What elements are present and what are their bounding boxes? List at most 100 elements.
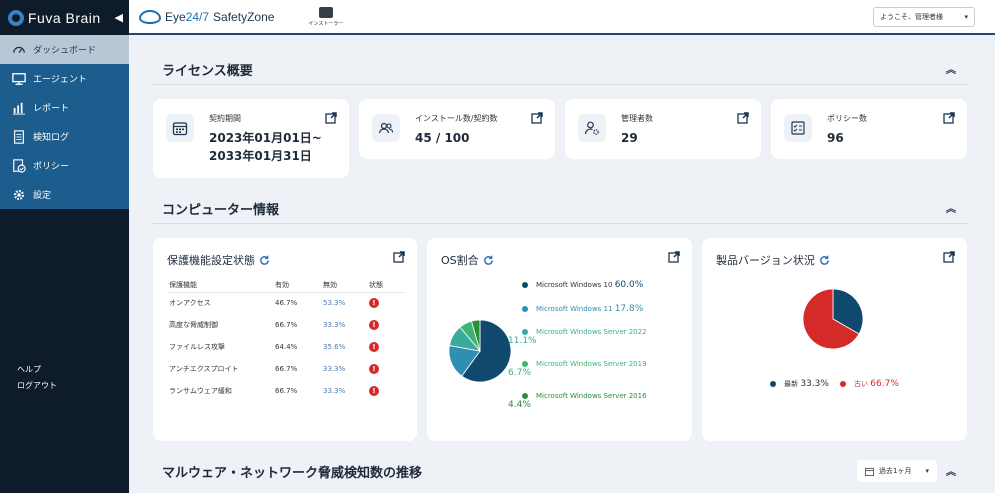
table-header-row: 保護機能 有効 無効 状態	[169, 278, 405, 293]
sidebar-bottom-links: ヘルプ ログアウト	[17, 362, 57, 394]
product-eye: Eye24/7	[165, 10, 209, 24]
sidebar-item-agent[interactable]: エージェント	[0, 64, 129, 93]
os-pct: 11.1%	[508, 336, 537, 346]
os-pct: 4.4%	[508, 400, 531, 410]
license-value: 2023年01月01日~ 2033年01月31日	[209, 129, 322, 165]
policy-check-icon	[12, 158, 26, 173]
calendar-icon	[166, 114, 194, 142]
installer-button[interactable]: インストーラー	[308, 6, 343, 27]
product-247: 24/7	[185, 9, 210, 24]
collapse-malware-icon[interactable]: ︽	[946, 463, 956, 478]
installer-box-icon	[318, 6, 333, 18]
sidebar-item-detection-log[interactable]: 検知ログ	[0, 122, 129, 151]
external-link-icon[interactable]	[737, 112, 749, 124]
license-label: インストール数/契約数	[415, 114, 498, 123]
external-link-icon[interactable]	[325, 112, 337, 124]
license-card-installs: インストール数/契約数 45 / 100	[359, 99, 555, 159]
version-name: 古い	[854, 380, 869, 388]
feature-name: ランサムウェア緩和	[169, 387, 232, 395]
table-row: 高度な脅威制御 66.7% 33.3% !	[169, 314, 405, 336]
table-row: ランサムウェア緩和 66.7% 33.3% !	[169, 380, 405, 402]
external-link-icon[interactable]	[531, 112, 543, 124]
user-gear-icon	[578, 114, 606, 142]
license-section-title: ライセンス概要	[162, 64, 253, 79]
legend-dot-icon	[840, 381, 847, 387]
license-period-start: 2023年01月01日~	[209, 131, 322, 145]
sidebar-item-label: 検知ログ	[33, 133, 70, 143]
sidebar-item-label: 設定	[33, 191, 52, 201]
help-link[interactable]: ヘルプ	[17, 362, 57, 378]
product-logo: Eye24/7 SafetyZone	[139, 9, 275, 24]
external-link-icon[interactable]	[393, 251, 405, 263]
legend-dot-icon	[522, 361, 528, 367]
alert-icon: !	[369, 364, 379, 374]
sidebar-item-label: ダッシュボード	[33, 46, 97, 56]
user-greeting: ようこそ、管理者様	[880, 13, 943, 21]
os-pct: 60.0%	[614, 280, 644, 290]
external-link-icon[interactable]	[943, 112, 955, 124]
malware-section-title: マルウェア・ネットワーク脅威検知数の推移	[162, 466, 423, 481]
feature-name: ファイルレス攻撃	[169, 343, 225, 351]
os-name: Microsoft Windows 11	[536, 305, 613, 313]
calendar-icon	[865, 467, 874, 476]
logout-link[interactable]: ログアウト	[17, 378, 57, 394]
os-name: Microsoft Windows Server 2022	[536, 328, 647, 336]
sidebar-item-dashboard[interactable]: ダッシュボード	[0, 35, 129, 64]
period-select[interactable]: 過去1ヶ月 ▾	[857, 460, 937, 482]
protection-card-title: 保護機能設定状態	[167, 252, 270, 268]
sidebar-item-report[interactable]: レポート	[0, 93, 129, 122]
sidebar-item-policy[interactable]: ポリシー	[0, 151, 129, 180]
refresh-icon[interactable]	[483, 255, 494, 266]
chevron-down-icon: ▾	[964, 13, 968, 21]
users-icon	[372, 114, 400, 142]
table-row: オンアクセス 46.7% 53.3% !	[169, 292, 405, 314]
speedometer-icon	[12, 43, 26, 57]
legend-dot-icon	[522, 393, 528, 399]
version-card-title: 製品バージョン状況	[716, 252, 830, 268]
brand-name: Fuva Brain	[28, 9, 101, 26]
disabled-pct: 33.3%	[323, 365, 346, 373]
version-pie-chart	[803, 289, 863, 349]
os-name: Microsoft Windows 10	[536, 281, 613, 289]
sidebar-item-settings[interactable]: 設定	[0, 180, 129, 209]
sidebar-item-label: ポリシー	[33, 162, 70, 172]
collapse-computer-icon[interactable]: ︽	[946, 200, 956, 215]
enabled-pct: 46.7%	[275, 299, 298, 308]
disabled-pct: 33.3%	[323, 387, 346, 395]
disabled-pct: 35.6%	[323, 343, 346, 351]
license-value: 45 / 100	[415, 131, 470, 145]
external-link-icon[interactable]	[943, 251, 955, 263]
os-pct: 6.7%	[508, 368, 531, 378]
license-label: 管理者数	[621, 114, 653, 123]
refresh-icon[interactable]	[259, 255, 270, 266]
os-title-text: OS割合	[441, 254, 479, 267]
os-legend-item: Microsoft Windows Server 2019 6.7%	[508, 360, 647, 378]
product-version-card: 製品バージョン状況 最新 33.3% 古い 66.7%	[702, 238, 967, 441]
legend-dot-icon	[522, 282, 528, 288]
legend-dot-icon	[770, 381, 777, 387]
os-legend-item: Microsoft Windows Server 2016 4.4%	[508, 392, 647, 410]
protection-table: 保護機能 有効 無効 状態 オンアクセス 46.7% 53.3% ! 高度な脅威…	[169, 278, 405, 402]
policy-list-icon	[784, 114, 812, 142]
version-name: 最新	[784, 380, 799, 388]
column-header: 無効	[323, 278, 369, 293]
product-name: SafetyZone	[213, 9, 275, 24]
license-label: 契約期間	[209, 114, 241, 123]
column-header: 状態	[369, 278, 405, 293]
enabled-pct: 66.7%	[275, 365, 298, 373]
product-eye-text: Eye	[165, 9, 186, 24]
version-pct: 33.3%	[800, 379, 829, 389]
license-card-policies: ポリシー数 96	[771, 99, 967, 159]
monitor-icon	[12, 72, 26, 86]
os-legend: Microsoft Windows 10 60.0% Microsoft Win…	[508, 280, 647, 424]
brand-logo-icon	[8, 9, 24, 26]
external-link-icon[interactable]	[668, 251, 680, 263]
license-value: 29	[621, 131, 638, 145]
collapse-license-icon[interactable]: ︽	[946, 61, 956, 76]
user-menu-select[interactable]: ようこそ、管理者様 ▾	[873, 7, 975, 27]
os-legend-item: Microsoft Windows Server 2022 11.1%	[508, 328, 647, 346]
collapse-sidebar-icon[interactable]: ◀	[115, 11, 123, 24]
disabled-pct: 33.3%	[323, 321, 346, 329]
refresh-icon[interactable]	[819, 255, 830, 266]
sidebar-item-label: レポート	[33, 104, 70, 114]
